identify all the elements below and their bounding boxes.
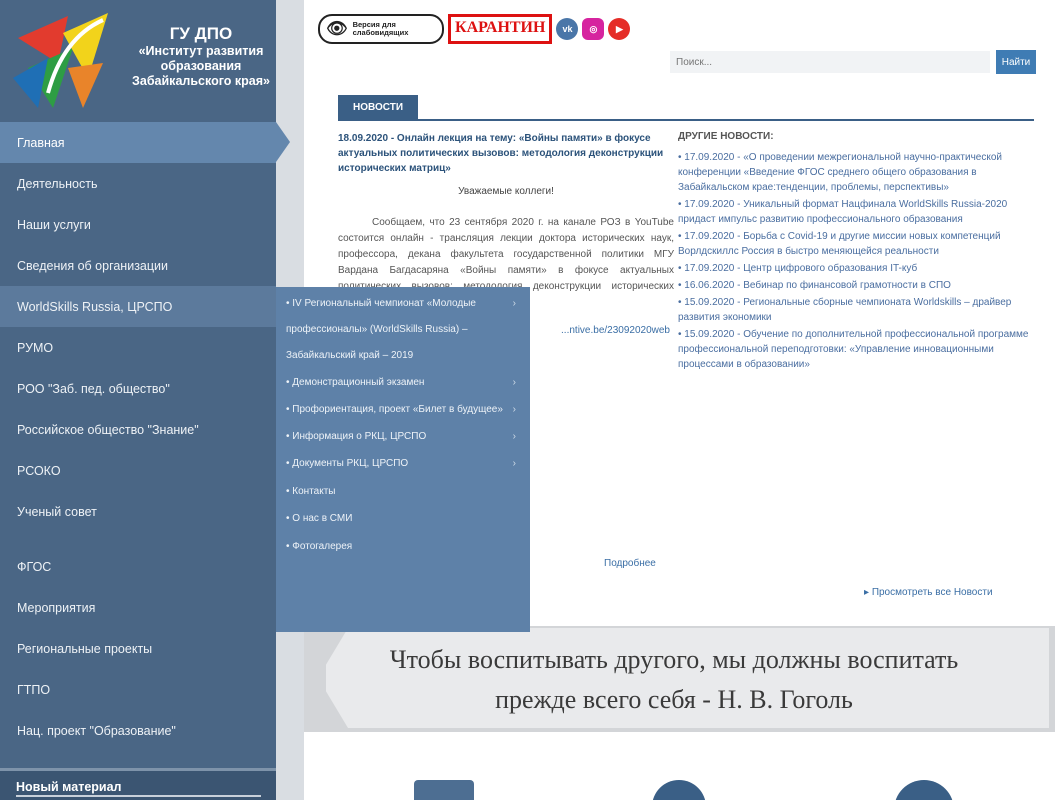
logo-area[interactable]: ГУ ДПО «Институт развития образования За…: [0, 0, 276, 122]
menu-item-rumo[interactable]: РУМО: [0, 327, 276, 368]
menu-item-home[interactable]: Главная: [0, 122, 276, 163]
logo-icon: [13, 13, 108, 108]
low-vision-label: Версия для слабовидящих: [352, 20, 409, 37]
sidebar: ГУ ДПО «Институт развития образования За…: [0, 0, 276, 800]
search-button[interactable]: Найти: [996, 50, 1036, 74]
menu-item-fgos[interactable]: ФГОС: [0, 546, 276, 587]
submenu-item-media[interactable]: • О нас в СМИ: [276, 505, 530, 533]
worldskills-submenu: • IV Региональный чемпионат «Молодые про…: [276, 287, 530, 632]
chevron-right-icon: ›: [512, 458, 516, 469]
menu-item-events[interactable]: Мероприятия: [0, 587, 276, 628]
submenu-item-contacts[interactable]: • Контакты: [276, 478, 530, 506]
list-item[interactable]: • 17.09.2020 - Уникальный формат Нацфина…: [678, 197, 1038, 227]
quarantine-banner[interactable]: КАРАНТИН: [448, 14, 553, 44]
bottom-icon-1[interactable]: [414, 780, 474, 800]
news-headline[interactable]: 18.09.2020 - Онлайн лекция на тему: «Вой…: [338, 131, 674, 176]
submenu-item-gallery[interactable]: • Фотогалерея: [276, 533, 530, 561]
submenu-item-documents[interactable]: • Документы РКЦ, ЦРСПО ›: [276, 450, 530, 478]
list-item[interactable]: • 15.09.2020 - Региональные сборные чемп…: [678, 295, 1038, 325]
chevron-right-icon: ›: [512, 430, 516, 442]
submenu-item-label: IV Региональный чемпионат «Молодые профе…: [286, 298, 476, 361]
menu-item-gtpo[interactable]: ГТПО: [0, 669, 276, 710]
other-news: ДРУГИЕ НОВОСТИ: • 17.09.2020 - «О провед…: [678, 131, 1038, 374]
menu-item-national-project[interactable]: Нац. проект "Образование": [0, 710, 276, 751]
tab-news[interactable]: НОВОСТИ: [338, 95, 418, 119]
chevron-right-icon: ›: [512, 377, 516, 388]
chevron-right-icon: ›: [512, 403, 516, 415]
news-salutation: Уважаемые коллеги!: [458, 186, 554, 197]
submenu-item-championship[interactable]: • IV Региональный чемпионат «Молодые про…: [276, 291, 530, 369]
menu-item-council[interactable]: Ученый совет: [0, 491, 276, 532]
quote-text: Чтобы воспитывать другого, мы должны вос…: [389, 645, 959, 714]
active-indicator: [276, 122, 290, 162]
list-item[interactable]: • 16.06.2020 - Вебинар по финансовой гра…: [678, 278, 1038, 293]
main-menu: Главная Деятельность Наши услуги Сведени…: [0, 122, 276, 751]
menu-item-org-info[interactable]: Сведения об организации: [0, 245, 276, 286]
menu-item-znanie[interactable]: Российское общество "Знание": [0, 409, 276, 450]
bottom-icon-3[interactable]: [894, 780, 954, 800]
all-news-label: Просмотреть все Новости: [871, 587, 993, 598]
low-vision-button[interactable]: 👁 Версия для слабовидящих: [318, 14, 444, 44]
list-item-text: 15.09.2020 - Региональные сборные чемпио…: [678, 297, 1012, 323]
youtube-icon[interactable]: ▶: [608, 18, 631, 40]
org-name: ГУ ДПО «Институт развития образования За…: [128, 24, 274, 89]
menu-item-worldskills[interactable]: WorldSkills Russia, ЦРСПО: [0, 286, 276, 327]
list-item-text: 17.09.2020 - «О проведении межрегиональн…: [678, 152, 1002, 193]
list-item[interactable]: • 17.09.2020 - Центр цифрового образован…: [678, 261, 1038, 276]
submenu-item-info[interactable]: • Информация о РКЦ, ЦРСПО ›: [276, 423, 530, 451]
eye-icon: 👁: [326, 19, 348, 38]
menu-item-services[interactable]: Наши услуги: [0, 204, 276, 245]
vk-icon[interactable]: vk: [556, 18, 579, 40]
submenu-item-label: Документы РКЦ, ЦРСПО: [292, 458, 409, 469]
submenu-item-career[interactable]: • Профориентация, проект «Билет в будуще…: [276, 397, 530, 423]
quote-left-notch: [318, 628, 348, 728]
bottom-icon-2[interactable]: [652, 780, 706, 800]
list-item[interactable]: • 17.09.2020 - «О проведении межрегионал…: [678, 150, 1038, 195]
list-item-text: 17.09.2020 - Центр цифрового образования…: [684, 263, 918, 274]
list-item-text: 16.06.2020 - Вебинар по финансовой грамо…: [684, 280, 951, 291]
org-title: ГУ ДПО: [169, 24, 233, 43]
submenu-item-label: О нас в СМИ: [292, 513, 353, 524]
menu-item-regional-projects[interactable]: Региональные проекты: [0, 628, 276, 669]
submenu-item-label: Фотогалерея: [292, 540, 353, 552]
search-input[interactable]: [670, 51, 990, 73]
topbar: 👁 Версия для слабовидящих КАРАНТИН vk ◎ …: [318, 14, 631, 44]
all-news-link[interactable]: ▸ Просмотреть все Новости: [864, 587, 993, 598]
more-link[interactable]: Подробнее: [604, 558, 656, 569]
menu-item-roo[interactable]: РОО "Заб. пед. общество": [0, 368, 276, 409]
org-subtitle: «Институт развития образования Забайкаль…: [132, 44, 270, 88]
submenu-item-label: Профориентация, проект «Билет в будущее»: [292, 403, 503, 415]
list-item[interactable]: • 15.09.2020 - Обучение по дополнительно…: [678, 327, 1038, 372]
menu-item-activity[interactable]: Деятельность: [0, 163, 276, 204]
submenu-item-label: Контакты: [292, 485, 336, 497]
divider: [16, 795, 261, 797]
submenu-item-demo-exam[interactable]: • Демонстрационный экзамен ›: [276, 369, 530, 397]
list-item-text: 17.09.2020 - Борьба с Covid-19 и другие …: [678, 231, 1001, 257]
other-news-title: ДРУГИЕ НОВОСТИ:: [678, 131, 774, 142]
menu-item-rsoko[interactable]: РСОКО: [0, 450, 276, 491]
list-item-text: 17.09.2020 - Уникальный формат Нацфинала…: [678, 199, 1008, 225]
submenu-item-label: Демонстрационный экзамен: [292, 377, 425, 388]
chevron-right-icon: ›: [512, 298, 516, 309]
list-item-text: 15.09.2020 - Обучение по дополнительной …: [678, 329, 1029, 370]
instagram-icon[interactable]: ◎: [582, 18, 605, 40]
submenu-item-label: Информация о РКЦ, ЦРСПО: [292, 430, 427, 442]
list-item[interactable]: • 17.09.2020 - Борьба с Covid-19 и други…: [678, 229, 1038, 259]
divider: [338, 119, 1034, 121]
other-news-list: • 17.09.2020 - «О проведении межрегионал…: [678, 150, 1038, 372]
